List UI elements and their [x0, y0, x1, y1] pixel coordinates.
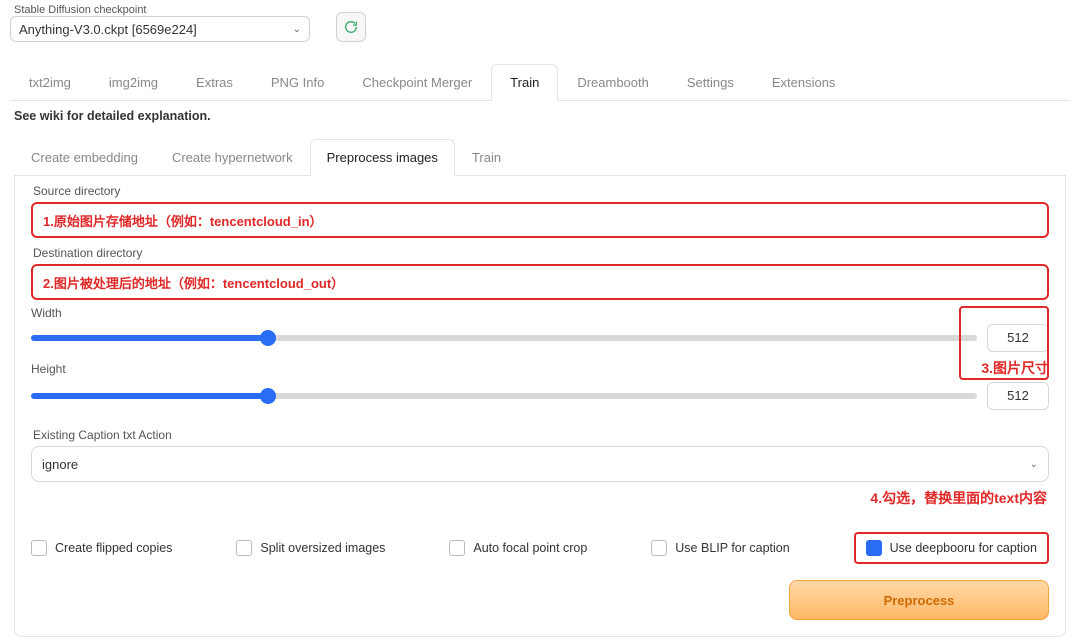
refresh-button[interactable]	[336, 12, 366, 42]
height-value[interactable]: 512	[987, 382, 1049, 410]
chevron-down-icon: ⌄	[1030, 459, 1038, 470]
tab-checkpoint-merger[interactable]: Checkpoint Merger	[343, 64, 491, 100]
tab-img2img[interactable]: img2img	[90, 64, 177, 100]
tab-txt2img[interactable]: txt2img	[10, 64, 90, 100]
checkbox-box[interactable]	[31, 540, 47, 556]
checkbox-label: Use BLIP for caption	[675, 541, 789, 555]
checkbox-deepbooru[interactable]: Use deepbooru for caption	[854, 532, 1049, 564]
slider-thumb[interactable]	[260, 388, 276, 404]
checkbox-box[interactable]	[449, 540, 465, 556]
height-slider[interactable]	[31, 393, 977, 399]
source-dir-label: Source directory	[31, 176, 1049, 200]
checkbox-box[interactable]	[651, 540, 667, 556]
source-dir-annotation: 1.原始图片存储地址（例如：tencentcloud_in）	[31, 202, 1049, 238]
checkpoint-label: Stable Diffusion checkpoint	[10, 4, 310, 16]
preprocess-button[interactable]: Preprocess	[789, 580, 1049, 620]
tab-train[interactable]: Train	[491, 64, 558, 100]
sub-tabs: Create embeddingCreate hypernetworkPrepr…	[14, 139, 1066, 176]
width-label: Width	[31, 306, 1049, 320]
checkbox-label: Split oversized images	[260, 541, 385, 555]
checkpoint-value: Anything-V3.0.ckpt [6569e224]	[19, 22, 197, 37]
checkbox-focal[interactable]: Auto focal point crop	[449, 540, 587, 556]
height-label: Height	[31, 362, 66, 376]
dest-dir-annotation: 2.图片被处理后的地址（例如：tencentcloud_out）	[31, 264, 1049, 300]
description: See wiki for detailed explanation.	[0, 101, 1080, 131]
refresh-icon	[343, 19, 359, 35]
main-tabs: txt2imgimg2imgExtrasPNG InfoCheckpoint M…	[10, 64, 1070, 101]
caption-action-select[interactable]: ignore ⌄	[31, 446, 1049, 482]
tab-settings[interactable]: Settings	[668, 64, 753, 100]
tab-dreambooth[interactable]: Dreambooth	[558, 64, 668, 100]
dest-dir-label: Destination directory	[31, 238, 1049, 262]
checkpoint-select[interactable]: Anything-V3.0.ckpt [6569e224] ⌄	[10, 16, 310, 42]
subtab-create-hypernetwork[interactable]: Create hypernetwork	[155, 139, 310, 175]
caption-action-label: Existing Caption txt Action	[31, 420, 1049, 444]
checkbox-annotation: 4.勾选，替换里面的text内容	[31, 482, 1049, 514]
width-value[interactable]: 512	[987, 324, 1049, 352]
subtab-create-embedding[interactable]: Create embedding	[14, 139, 155, 175]
checkbox-label: Use deepbooru for caption	[890, 541, 1037, 555]
caption-action-value: ignore	[42, 457, 78, 472]
subtab-preprocess-images[interactable]: Preprocess images	[310, 139, 455, 175]
width-slider[interactable]	[31, 335, 977, 341]
checkbox-flipped[interactable]: Create flipped copies	[31, 540, 172, 556]
tab-extras[interactable]: Extras	[177, 64, 252, 100]
preprocess-panel: Source directory 1.原始图片存储地址（例如：tencentcl…	[14, 176, 1066, 637]
chevron-down-icon: ⌄	[293, 24, 301, 35]
checkbox-label: Auto focal point crop	[473, 541, 587, 555]
checkbox-blip[interactable]: Use BLIP for caption	[651, 540, 789, 556]
checkbox-split[interactable]: Split oversized images	[236, 540, 385, 556]
checkbox-box[interactable]	[866, 540, 882, 556]
checkbox-label: Create flipped copies	[55, 541, 172, 555]
tab-extensions[interactable]: Extensions	[753, 64, 855, 100]
checkbox-box[interactable]	[236, 540, 252, 556]
slider-thumb[interactable]	[260, 330, 276, 346]
size-annotation: 3.图片尺寸	[981, 358, 1049, 378]
tab-png-info[interactable]: PNG Info	[252, 64, 343, 100]
subtab-train[interactable]: Train	[455, 139, 518, 175]
